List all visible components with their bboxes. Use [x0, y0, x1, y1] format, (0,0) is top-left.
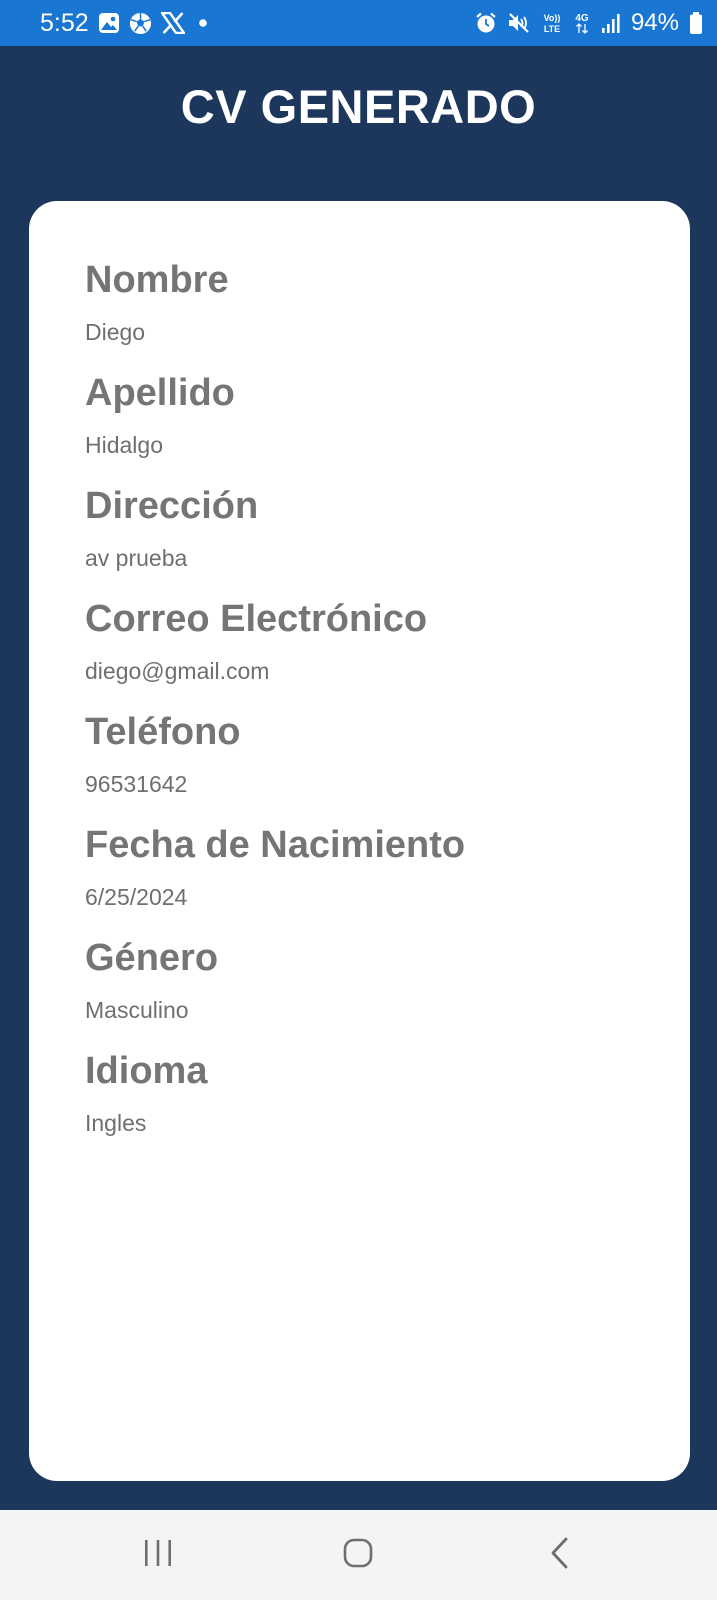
- recent-apps-button[interactable]: [128, 1530, 188, 1580]
- field-nombre: Nombre Diego: [85, 255, 665, 368]
- home-button[interactable]: [328, 1530, 388, 1580]
- svg-text:Vo)): Vo)): [544, 13, 561, 23]
- cv-card: Nombre Diego Apellido Hidalgo Dirección …: [29, 201, 690, 1481]
- gallery-icon: [98, 12, 120, 34]
- svg-text:4G: 4G: [575, 13, 589, 24]
- field-value: 6/25/2024: [85, 884, 188, 910]
- field-value: av prueba: [85, 545, 188, 571]
- field-label: Idioma: [85, 1050, 208, 1092]
- field-label: Dirección: [85, 485, 259, 527]
- status-right-icons: Vo)) LTE 4G 94%: [475, 9, 703, 37]
- field-fecha-nacimiento: Fecha de Nacimiento 6/25/2024: [85, 820, 665, 933]
- 4g-icon: 4G: [573, 11, 591, 35]
- field-value: 96531642: [85, 771, 188, 797]
- cv-field-list: Nombre Diego Apellido Hidalgo Dirección …: [85, 255, 665, 1159]
- notification-dot-icon: [194, 12, 212, 34]
- field-label: Género: [85, 937, 219, 979]
- field-value: Hidalgo: [85, 432, 163, 458]
- field-label: Fecha de Nacimiento: [85, 824, 466, 866]
- field-direccion: Dirección av prueba: [85, 481, 665, 594]
- navigation-bar: [0, 1510, 717, 1600]
- volte-icon: Vo)) LTE: [541, 11, 563, 35]
- field-telefono: Teléfono 96531642: [85, 707, 665, 820]
- field-idioma: Idioma Ingles: [85, 1046, 665, 1159]
- field-apellido: Apellido Hidalgo: [85, 368, 665, 481]
- field-label: Apellido: [85, 372, 235, 414]
- field-label: Correo Electrónico: [85, 598, 428, 640]
- back-icon: [548, 1536, 572, 1575]
- signal-icon: [601, 12, 621, 34]
- soccer-ball-icon: [129, 12, 152, 35]
- alarm-icon: [475, 12, 497, 34]
- status-left-icons: [98, 11, 212, 35]
- battery-percent: 94%: [630, 9, 679, 36]
- field-label: Teléfono: [85, 711, 241, 753]
- mute-icon: [507, 12, 531, 34]
- recent-apps-icon: [142, 1538, 174, 1573]
- x-logo-icon: [161, 12, 185, 34]
- back-button[interactable]: [530, 1530, 590, 1580]
- battery-icon: [689, 11, 703, 35]
- status-bar: 5:52 Vo)) LTE 4G 94%: [0, 0, 717, 46]
- svg-text:LTE: LTE: [544, 24, 560, 34]
- status-time: 5:52: [40, 9, 89, 37]
- home-icon: [342, 1537, 374, 1574]
- field-label: Nombre: [85, 259, 229, 301]
- field-value: Ingles: [85, 1110, 147, 1136]
- field-correo: Correo Electrónico diego@gmail.com: [85, 594, 665, 707]
- page-title: CV GENERADO: [180, 80, 537, 133]
- field-value: Masculino: [85, 997, 189, 1023]
- field-genero: Género Masculino: [85, 933, 665, 1046]
- field-value: diego@gmail.com: [85, 658, 270, 684]
- field-value: Diego: [85, 319, 146, 345]
